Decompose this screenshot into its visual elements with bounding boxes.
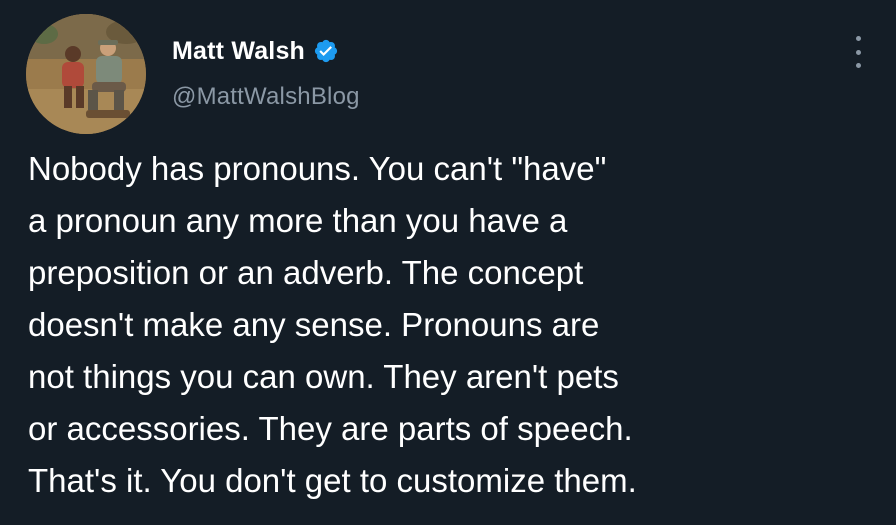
tweet-text-line: preposition or an adverb. The concept [28, 254, 584, 291]
tweet-text: Nobody has pronouns. You can't "have" a … [28, 143, 888, 507]
verified-badge-icon [313, 38, 339, 64]
more-options-icon[interactable] [854, 36, 862, 68]
tweet-text-line: not things you can own. They aren't pets [28, 358, 619, 395]
author-name-row: Matt Walsh [172, 34, 339, 68]
profile-photo-icon [26, 14, 146, 134]
author-display-name[interactable]: Matt Walsh [172, 37, 305, 66]
author-handle[interactable]: @MattWalshBlog [172, 83, 360, 111]
tweet-text-line: a pronoun any more than you have a [28, 202, 568, 239]
avatar[interactable] [26, 14, 146, 134]
tweet-text-line: doesn't make any sense. Pronouns are [28, 306, 600, 343]
tweet-text-line: or accessories. They are parts of speech… [28, 410, 633, 447]
more-dot [855, 63, 861, 68]
tweet-card: Matt Walsh @MattWalshBlog Nobody has pro… [0, 0, 896, 525]
more-dot [855, 49, 861, 55]
tweet-text-line: Nobody has pronouns. You can't "have" [28, 150, 607, 187]
more-dot [855, 36, 861, 41]
tweet-text-line: That's it. You don't get to customize th… [28, 462, 637, 499]
